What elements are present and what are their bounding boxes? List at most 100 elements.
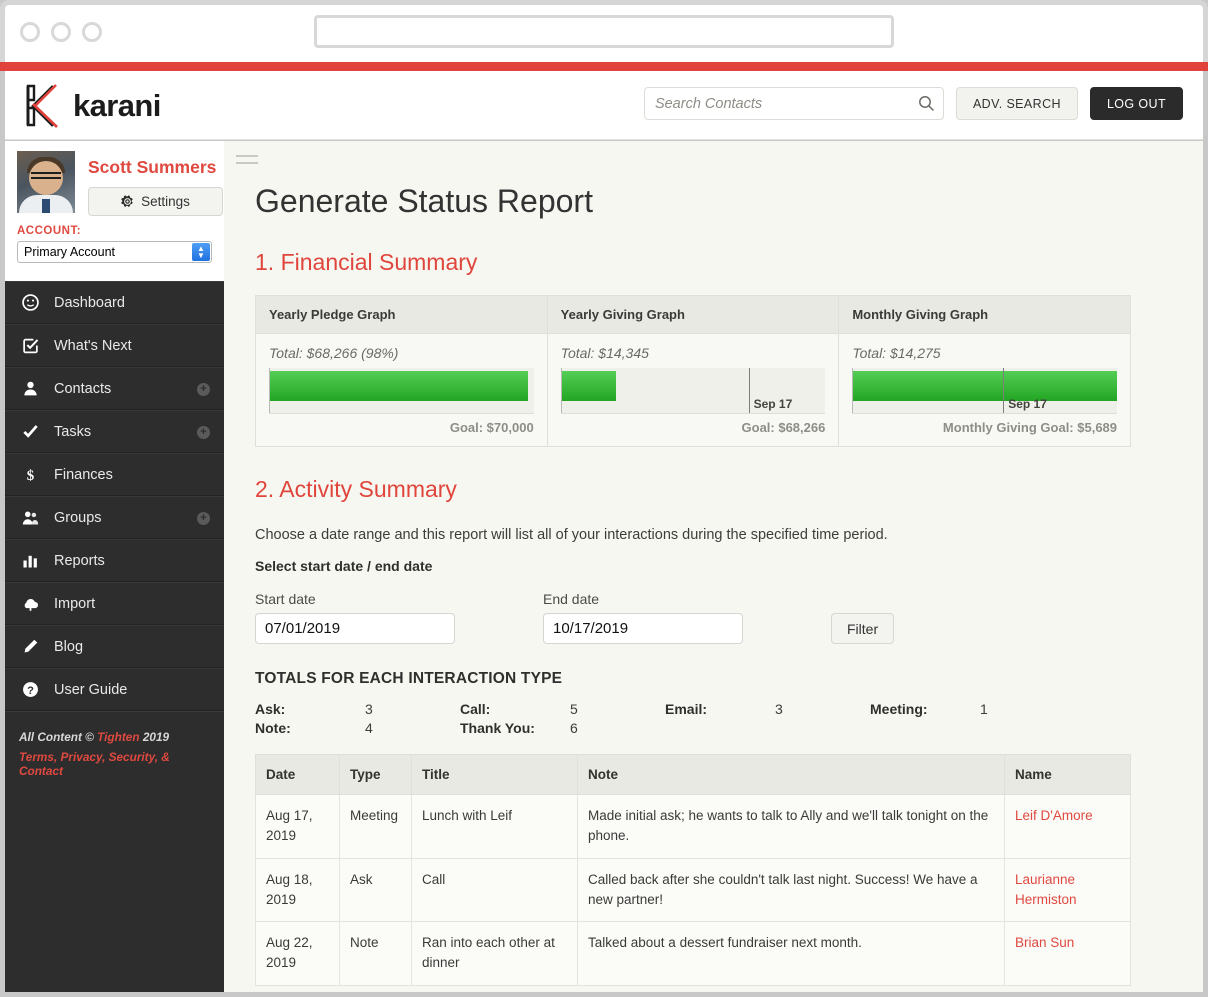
financial-column-header: Yearly Giving Graph [548,296,839,334]
sidebar-item-finances[interactable]: $Finances [5,453,224,496]
table-column-header: Title [412,755,578,795]
check-square-icon [22,337,39,354]
sidebar-item-label: Import [54,596,95,612]
sidebar-item-dashboard[interactable]: Dashboard [5,281,224,324]
end-date-field: End date [543,591,743,644]
sidebar-item-user-guide[interactable]: ?User Guide [5,668,224,711]
sidebar-item-reports[interactable]: Reports [5,539,224,582]
account-label: ACCOUNT: [17,225,212,237]
sidebar-item-label: Groups [54,510,102,526]
add-icon[interactable]: + [197,512,210,525]
people-icon [21,509,40,526]
interaction-total: Note:4 [255,720,460,736]
chevron-updown-icon[interactable]: ▲▼ [192,243,210,261]
end-date-label: End date [543,591,743,607]
financial-goal: Monthly Giving Goal: $5,689 [852,420,1117,437]
sidebar: Scott Summers Settings ACCOUNT: Primary … [5,141,224,992]
search-input[interactable] [645,88,943,119]
totals-heading: TOTALS FOR EACH INTERACTION TYPE [255,670,1203,688]
table-cell-date: Aug 17, 2019 [256,795,340,859]
footer-copy-prefix: All Content © [19,730,97,744]
sidebar-item-what-s-next[interactable]: What's Next [5,324,224,367]
bar-chart-icon [22,552,39,569]
window-close-dot[interactable] [20,22,40,42]
people-icon [22,509,39,526]
start-date-input[interactable] [255,613,455,644]
check-icon [21,423,40,440]
brand-accent-bar [0,62,1208,71]
app-header: karani ADV. SEARCH LOG OUT [5,71,1203,140]
financial-summary-heading: 1. Financial Summary [255,249,1203,276]
add-icon[interactable]: + [197,383,210,396]
adv-search-button[interactable]: ADV. SEARCH [956,87,1078,120]
filter-button[interactable]: Filter [831,613,894,644]
interaction-total-label: Thank You: [460,720,570,736]
table-cell-type: Ask [340,858,412,922]
interaction-total: Thank You:6 [460,720,665,736]
browser-window-chrome [0,0,1208,62]
interaction-total: Email:3 [665,701,870,717]
interaction-total-value: 1 [980,701,988,717]
add-icon[interactable]: + [197,426,210,439]
avatar[interactable] [17,151,75,213]
activity-table: DateTypeTitleNoteName Aug 17, 2019Meetin… [255,754,1131,986]
gear-icon [121,195,134,208]
sidebar-item-import[interactable]: Import [5,582,224,625]
totals-empty-cell [870,720,1075,736]
account-select[interactable]: Primary Account ▲▼ [17,241,212,263]
search-contacts-box[interactable] [644,87,944,120]
contact-name-link[interactable]: Brian Sun [1005,922,1131,986]
interaction-total-label: Call: [460,701,570,717]
hamburger-icon[interactable] [236,155,258,169]
progress-bar-fill [853,371,1117,401]
brand-logo[interactable]: karani [20,82,161,129]
sidebar-item-label: Tasks [54,424,91,440]
check-icon [22,423,39,440]
table-header-row: DateTypeTitleNoteName [256,755,1131,795]
sidebar-item-contacts[interactable]: Contacts+ [5,367,224,410]
interaction-total-value: 3 [365,701,373,717]
logout-button[interactable]: LOG OUT [1090,87,1183,120]
sidebar-item-blog[interactable]: Blog [5,625,224,668]
account-select-value: Primary Account [18,245,115,259]
table-column-header: Type [340,755,412,795]
profile-card: Scott Summers Settings ACCOUNT: Primary … [5,141,224,281]
interaction-total-value: 6 [570,720,578,736]
sidebar-item-label: Reports [54,553,105,569]
table-cell-type: Note [340,922,412,986]
table-cell-title: Call [412,858,578,922]
contact-name-link[interactable]: Laurianne Hermiston [1005,858,1131,922]
progress-graph [269,368,534,414]
address-bar[interactable] [314,15,894,48]
table-column-header: Note [578,755,1005,795]
window-minimize-dot[interactable] [51,22,71,42]
page-title: Generate Status Report [255,183,1203,220]
footer-brand-link[interactable]: Tighten [97,730,139,744]
contact-name-link[interactable]: Leif D'Amore [1005,795,1131,859]
sidebar-item-groups[interactable]: Groups + [5,496,224,539]
sidebar-item-tasks[interactable]: Tasks + [5,410,224,453]
window-maximize-dot[interactable] [82,22,102,42]
svg-text:?: ? [27,685,34,697]
table-cell-title: Ran into each other at dinner [412,922,578,986]
footer-links[interactable]: Terms, Privacy, Security, & Contact [19,750,210,778]
sidebar-item-label: What's Next [54,338,132,354]
karani-logo-icon [20,82,64,129]
search-icon[interactable] [918,95,935,112]
progress-graph: Sep 17 [852,368,1117,414]
end-date-input[interactable] [543,613,743,644]
progress-bar-fill [562,371,617,401]
financial-column-body: Total: $68,266 (98%)Goal: $70,000 [256,334,547,446]
bar-chart-icon [21,552,40,569]
pencil-icon [22,638,39,655]
sidebar-item-label: Blog [54,639,83,655]
interaction-totals-grid: Ask:3Call:5Email:3Meeting:1Note:4Thank Y… [255,701,1075,736]
financial-column: Yearly Giving GraphTotal: $14,345Sep 17G… [548,296,840,446]
table-row: Aug 18, 2019AskCallCalled back after she… [256,858,1131,922]
pencil-icon [21,638,40,655]
settings-button[interactable]: Settings [88,187,223,216]
table-column-header: Name [1005,755,1131,795]
table-row: Aug 22, 2019NoteRan into each other at d… [256,922,1131,986]
footer-copy-year: 2019 [140,730,170,744]
activity-summary-heading: 2. Activity Summary [255,476,1203,503]
